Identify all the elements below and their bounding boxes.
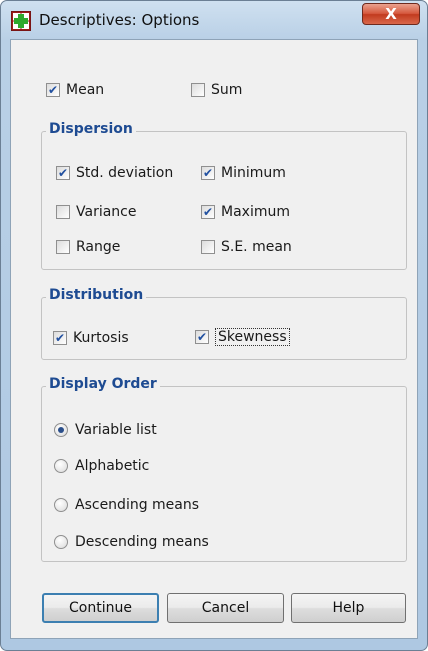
spss-app-icon: [11, 11, 31, 31]
sum-checkbox[interactable]: Sum: [191, 82, 242, 98]
radio-alphabetic-label: Alphabetic: [75, 458, 150, 474]
continue-button[interactable]: Continue: [42, 593, 159, 623]
range-checkbox[interactable]: Range: [56, 239, 120, 255]
distribution-title: Distribution: [46, 287, 147, 303]
sum-label: Sum: [211, 82, 243, 98]
range-label: Range: [76, 239, 121, 255]
radio-variable-list[interactable]: Variable list: [54, 422, 157, 438]
skewness-label: Skewness: [215, 328, 290, 346]
variance-checkbox[interactable]: Variance: [56, 204, 136, 220]
radio-alphabetic-button[interactable]: [54, 459, 68, 473]
radio-descending-means[interactable]: Descending means: [54, 534, 209, 550]
radio-alphabetic[interactable]: Alphabetic: [54, 458, 149, 474]
window-title: Descriptives: Options: [39, 11, 200, 29]
skewness-checkbox[interactable]: ✔ Skewness: [195, 328, 290, 346]
variance-label: Variance: [76, 204, 137, 220]
se-mean-label: S.E. mean: [221, 239, 292, 255]
radio-ascending-means-label: Ascending means: [75, 497, 200, 513]
sum-check-box[interactable]: [191, 83, 205, 97]
close-button[interactable]: X: [362, 3, 420, 25]
radio-selected-dot: [58, 427, 64, 433]
display-order-title: Display Order: [46, 376, 160, 392]
se-mean-check-box[interactable]: [201, 240, 215, 254]
std-deviation-check-box[interactable]: ✔: [56, 166, 70, 180]
std-deviation-label: Std. deviation: [76, 165, 174, 181]
minimum-check-box[interactable]: ✔: [201, 166, 215, 180]
range-check-box[interactable]: [56, 240, 70, 254]
title-bar[interactable]: Descriptives: Options X: [1, 1, 427, 39]
radio-variable-list-label: Variable list: [75, 422, 157, 438]
radio-descending-means-button[interactable]: [54, 535, 68, 549]
help-button[interactable]: Help: [291, 593, 406, 623]
radio-ascending-means-button[interactable]: [54, 498, 68, 512]
maximum-check-box[interactable]: ✔: [201, 205, 215, 219]
kurtosis-check-box[interactable]: ✔: [53, 331, 67, 345]
se-mean-checkbox[interactable]: S.E. mean: [201, 239, 292, 255]
maximum-label: Maximum: [221, 204, 290, 220]
cancel-button[interactable]: Cancel: [167, 593, 284, 623]
mean-label: Mean: [66, 82, 105, 98]
mean-checkbox[interactable]: ✔ Mean: [46, 82, 104, 98]
radio-ascending-means[interactable]: Ascending means: [54, 497, 199, 513]
mean-check-box[interactable]: ✔: [46, 83, 60, 97]
minimum-label: Minimum: [221, 165, 286, 181]
radio-descending-means-label: Descending means: [75, 534, 209, 550]
radio-variable-list-button[interactable]: [54, 423, 68, 437]
dispersion-title: Dispersion: [46, 121, 136, 137]
dialog-window: Descriptives: Options X ✔ Mean Sum Dispe…: [0, 0, 428, 651]
kurtosis-checkbox[interactable]: ✔ Kurtosis: [53, 330, 129, 346]
maximum-checkbox[interactable]: ✔ Maximum: [201, 204, 290, 220]
skewness-check-box[interactable]: ✔: [195, 330, 209, 344]
std-deviation-checkbox[interactable]: ✔ Std. deviation: [56, 165, 173, 181]
minimum-checkbox[interactable]: ✔ Minimum: [201, 165, 286, 181]
variance-check-box[interactable]: [56, 205, 70, 219]
kurtosis-label: Kurtosis: [73, 330, 129, 346]
dialog-content: ✔ Mean Sum Dispersion ✔ Std. deviation ✔…: [10, 39, 418, 639]
